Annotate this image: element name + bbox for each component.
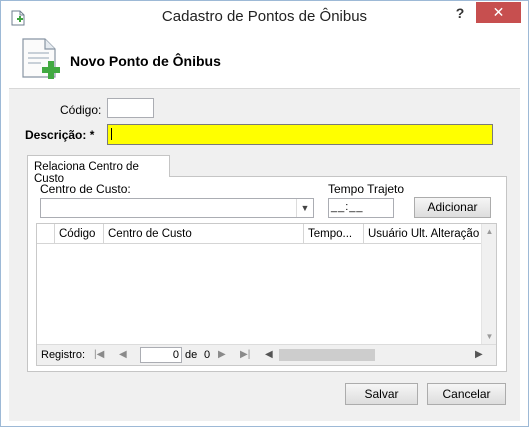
next-record-icon[interactable]: ▶ [218,348,226,362]
codigo-label: Código: [60,103,102,117]
previous-record-icon[interactable]: ◀ [119,348,127,362]
save-button[interactable]: Salvar [345,383,418,405]
row-selector-header [37,224,55,244]
tempo-trajeto-label: Tempo Trajeto [328,182,405,196]
text-caret [111,128,112,140]
new-document-icon [22,38,60,79]
dialog-window: Cadastro de Pontos de Ônibus ? ✕ Novo Po… [0,0,529,427]
column-header-codigo[interactable]: Código [55,224,104,244]
horizontal-scrollbar[interactable]: ◀ ▶ [263,348,488,362]
descricao-label: Descrição: * [25,128,95,142]
last-record-icon[interactable]: ▶| [240,348,250,362]
title-bar[interactable]: Cadastro de Pontos de Ônibus ? ✕ [1,1,528,33]
close-button[interactable]: ✕ [476,2,521,23]
first-record-icon[interactable]: |◀ [94,348,104,362]
column-header-usuario[interactable]: Usuário Ult. Alteração [364,224,483,244]
cancel-button[interactable]: Cancelar [427,383,506,405]
grid-header: Código Centro de Custo Tempo... Usuário … [37,224,483,244]
tempo-trajeto-input[interactable]: __:__ [328,198,394,218]
scrollbar-thumb[interactable] [279,349,375,361]
page-title: Novo Ponto de Ônibus [70,53,221,69]
scroll-down-icon[interactable]: ▼ [482,332,497,341]
centro-custo-grid: Código Centro de Custo Tempo... Usuário … [36,223,497,366]
of-label: de [185,349,198,361]
column-header-centro-custo[interactable]: Centro de Custo [104,224,304,244]
adicionar-button[interactable]: Adicionar [414,197,491,218]
help-button[interactable]: ? [447,3,473,23]
vertical-scrollbar[interactable]: ▲ ▼ [481,224,496,344]
scroll-right-icon[interactable]: ▶ [475,348,483,362]
record-number-input[interactable]: 0 [140,347,182,363]
scroll-up-icon[interactable]: ▲ [482,227,497,236]
header-band: Novo Ponto de Ônibus [9,33,520,89]
registro-label: Registro: [41,349,86,361]
dialog-body: Novo Ponto de Ônibus Código: Descrição: … [9,33,520,421]
chevron-down-icon[interactable]: ▼ [296,199,313,217]
record-total: 0 [204,349,211,361]
descricao-input[interactable] [107,124,493,145]
column-header-tempo[interactable]: Tempo... [304,224,364,244]
tab-panel: Centro de Custo: ▼ Tempo Trajeto __:__ A… [27,176,507,372]
centro-custo-select[interactable]: ▼ [40,198,314,218]
codigo-input[interactable] [107,98,154,118]
tab-relaciona-centro-custo[interactable]: Relaciona Centro de Custo [27,155,170,185]
scroll-left-icon[interactable]: ◀ [265,348,273,362]
grid-footer: Registro: |◀ ◀ 0 de 0 ▶ ▶| ◀ ▶ [37,344,496,365]
